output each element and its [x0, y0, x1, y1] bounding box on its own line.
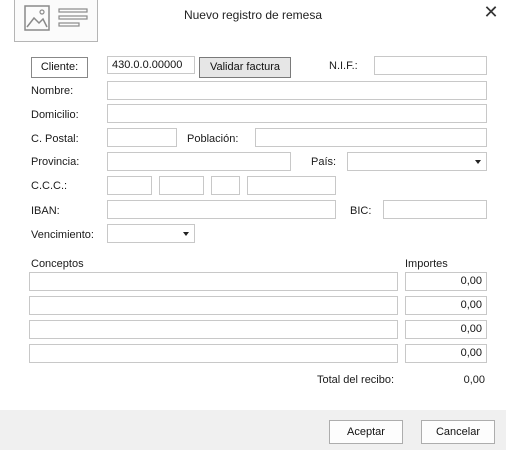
pais-label: País: [311, 156, 337, 168]
nif-field[interactable] [374, 56, 487, 75]
vencimiento-select[interactable] [107, 224, 195, 243]
chevron-down-icon[interactable] [475, 160, 481, 164]
nombre-field[interactable] [107, 81, 487, 100]
importes-header: Importes [405, 258, 448, 270]
cpostal-label: C. Postal: [31, 133, 79, 145]
poblacion-label: Población: [187, 133, 239, 145]
cliente-code-field[interactable]: 430.0.0.00000 [107, 56, 195, 74]
ccc-dc-field[interactable] [211, 176, 240, 195]
importe-field-1[interactable]: 0,00 [405, 272, 487, 291]
concepto-field-4[interactable] [29, 344, 398, 363]
domicilio-field[interactable] [107, 104, 487, 123]
cancel-button[interactable]: Cancelar [421, 420, 495, 444]
chevron-down-icon[interactable] [183, 232, 189, 236]
cpostal-field[interactable] [107, 128, 177, 147]
cliente-button[interactable]: Cliente: [31, 57, 88, 78]
accept-button[interactable]: Aceptar [329, 420, 403, 444]
window-title: Nuevo registro de remesa [183, 8, 323, 22]
concepto-field-2[interactable] [29, 296, 398, 315]
concepto-field-3[interactable] [29, 320, 398, 339]
total-label: Total del recibo: [317, 374, 395, 386]
ccc-entidad-field[interactable] [107, 176, 152, 195]
bic-field[interactable] [383, 200, 487, 219]
importe-field-2[interactable]: 0,00 [405, 296, 487, 315]
provincia-label: Provincia: [31, 156, 80, 168]
concepto-field-1[interactable] [29, 272, 398, 291]
conceptos-header: Conceptos [31, 258, 84, 270]
total-value: 0,00 [463, 374, 485, 386]
close-icon[interactable]: ✕ [480, 1, 502, 23]
iban-field[interactable] [107, 200, 336, 219]
importe-field-3[interactable]: 0,00 [405, 320, 487, 339]
domicilio-label: Domicilio: [31, 109, 79, 121]
provincia-field[interactable] [107, 152, 291, 171]
ccc-cuenta-field[interactable] [247, 176, 336, 195]
ccc-oficina-field[interactable] [159, 176, 204, 195]
bic-label: BIC: [350, 205, 372, 217]
nombre-label: Nombre: [31, 85, 74, 97]
iban-label: IBAN: [31, 205, 60, 217]
importe-field-4[interactable]: 0,00 [405, 344, 487, 363]
vencimiento-label: Vencimiento: [31, 229, 94, 241]
validar-factura-button[interactable]: Validar factura [199, 57, 291, 78]
nif-label: N.I.F.: [329, 60, 358, 72]
pais-select[interactable] [347, 152, 487, 171]
poblacion-field[interactable] [255, 128, 487, 147]
ccc-label: C.C.C.: [31, 180, 68, 192]
